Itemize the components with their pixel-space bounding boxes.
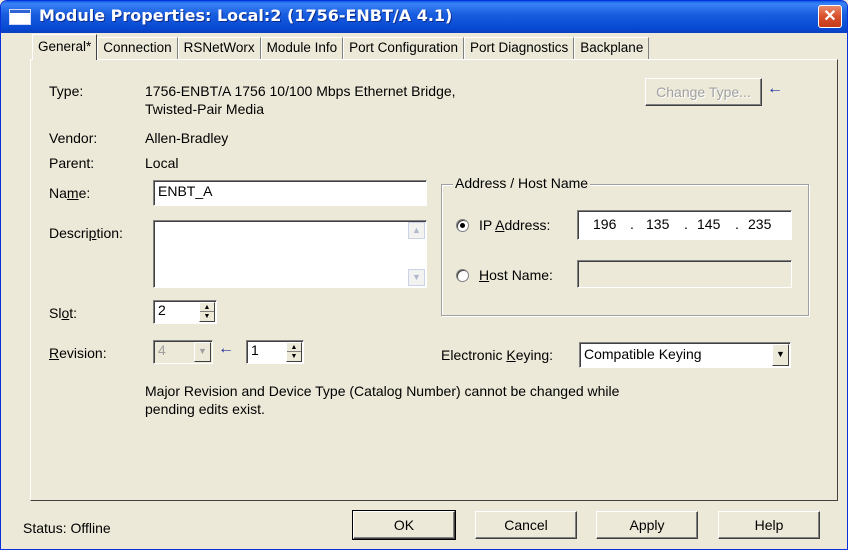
type-value-line1: 1756-ENBT/A 1756 10/100 Mbps Ethernet Br… xyxy=(145,83,456,99)
host-name-radio[interactable] xyxy=(456,269,469,282)
name-input-value: ENBT_A xyxy=(158,183,213,199)
arrow-left-icon: ← xyxy=(767,80,783,97)
tab-port-diagnostics[interactable]: Port Diagnostics xyxy=(463,37,575,59)
tab-strip: General* Connection RSNetWorx Module Inf… xyxy=(32,34,650,60)
ip-octet-2: 135 xyxy=(646,216,670,232)
ip-dot: . xyxy=(684,216,688,232)
tab-rsnetworx[interactable]: RSNetWorx xyxy=(177,37,261,59)
ip-octet-1: 196 xyxy=(593,216,617,232)
ip-address-label: IP Address: xyxy=(479,217,551,233)
tab-port-configuration[interactable]: Port Configuration xyxy=(343,37,464,59)
ip-octet-3: 145 xyxy=(697,216,721,232)
scroll-up-icon[interactable]: ▲ xyxy=(408,222,425,239)
tab-general[interactable]: General* xyxy=(32,34,98,60)
ip-dot: . xyxy=(735,216,739,232)
name-input[interactable]: ENBT_A xyxy=(153,180,427,206)
slot-label: Slot: xyxy=(49,305,78,321)
ip-address-radio[interactable] xyxy=(456,219,469,232)
revision-label: Revision: xyxy=(49,345,107,361)
description-label: Description: xyxy=(49,225,123,241)
parent-label: Parent: xyxy=(49,155,95,171)
slot-stepper[interactable]: 2 ▲ ▼ xyxy=(153,300,217,324)
vendor-value: Allen-Bradley xyxy=(145,130,229,146)
electronic-keying-select[interactable]: Compatible Keying ▼ xyxy=(579,342,791,368)
arrow-left-icon: ← xyxy=(218,340,234,357)
slot-spin-buttons[interactable]: ▲ ▼ xyxy=(199,302,215,322)
note-line2: pending edits exist. xyxy=(145,401,265,417)
apply-button[interactable]: Apply xyxy=(596,511,698,539)
type-label: Type: xyxy=(49,83,84,99)
address-group-title: Address / Host Name xyxy=(453,175,591,191)
window-icon xyxy=(9,9,31,25)
window-title: Module Properties: Local:2 (1756-ENBT/A … xyxy=(39,6,453,25)
parent-value: Local xyxy=(145,155,179,171)
status-text: Status: Offline xyxy=(23,520,111,536)
ip-address-field[interactable]: 196 . 135 . 145 . 235 xyxy=(577,210,792,240)
tab-module-info[interactable]: Module Info xyxy=(260,37,344,59)
chevron-down-icon[interactable]: ▼ xyxy=(194,342,211,362)
help-label: Help xyxy=(754,517,784,533)
cancel-label: Cancel xyxy=(504,517,548,533)
description-textarea[interactable]: ▲ ▼ xyxy=(153,220,427,288)
type-value-line2: Twisted-Pair Media xyxy=(145,101,265,117)
title-bar[interactable]: Module Properties: Local:2 (1756-ENBT/A … xyxy=(1,1,847,33)
revision-major-select[interactable]: 4 ▼ xyxy=(153,340,213,364)
close-icon: ✕ xyxy=(823,8,837,25)
ip-dot: . xyxy=(630,216,634,232)
revision-minor-stepper[interactable]: 1 ▲ ▼ xyxy=(246,340,304,364)
name-label: Name: xyxy=(49,185,91,201)
apply-label: Apply xyxy=(629,517,665,533)
change-type-button[interactable]: Change Type... xyxy=(645,78,762,106)
cancel-button[interactable]: Cancel xyxy=(475,511,577,539)
tab-backplane[interactable]: Backplane xyxy=(574,37,650,59)
spin-up-icon[interactable]: ▲ xyxy=(200,303,214,312)
spin-up-icon[interactable]: ▲ xyxy=(287,343,301,352)
note-line1: Major Revision and Device Type (Catalog … xyxy=(145,383,620,399)
slot-value: 2 xyxy=(158,302,166,318)
revision-major-value: 4 xyxy=(158,342,166,358)
change-type-label: Change Type... xyxy=(656,84,751,100)
ip-octet-4: 235 xyxy=(748,216,772,232)
scroll-down-icon[interactable]: ▼ xyxy=(408,269,425,286)
ok-label: OK xyxy=(393,517,415,533)
help-button[interactable]: Help xyxy=(718,511,820,539)
close-button[interactable]: ✕ xyxy=(818,5,842,28)
general-tab-panel: Type: 1756-ENBT/A 1756 10/100 Mbps Ether… xyxy=(30,59,838,501)
revision-minor-value: 1 xyxy=(251,342,259,358)
address-group xyxy=(441,184,809,316)
dialog-body: General* Connection RSNetWorx Module Inf… xyxy=(1,33,847,549)
electronic-keying-value: Compatible Keying xyxy=(584,346,702,362)
host-name-label: Host Name: xyxy=(479,267,553,283)
revision-spin-buttons[interactable]: ▲ ▼ xyxy=(286,342,302,362)
vendor-label: Vendor: xyxy=(49,130,98,146)
ok-button[interactable]: OK xyxy=(352,510,456,540)
module-properties-dialog: Module Properties: Local:2 (1756-ENBT/A … xyxy=(0,0,848,550)
electronic-keying-label: Electronic Keying: xyxy=(441,347,554,363)
spin-down-icon[interactable]: ▼ xyxy=(287,352,301,361)
spin-down-icon[interactable]: ▼ xyxy=(200,312,214,321)
host-name-field[interactable] xyxy=(577,260,792,288)
tab-connection[interactable]: Connection xyxy=(97,37,178,59)
chevron-down-icon[interactable]: ▼ xyxy=(772,344,789,366)
